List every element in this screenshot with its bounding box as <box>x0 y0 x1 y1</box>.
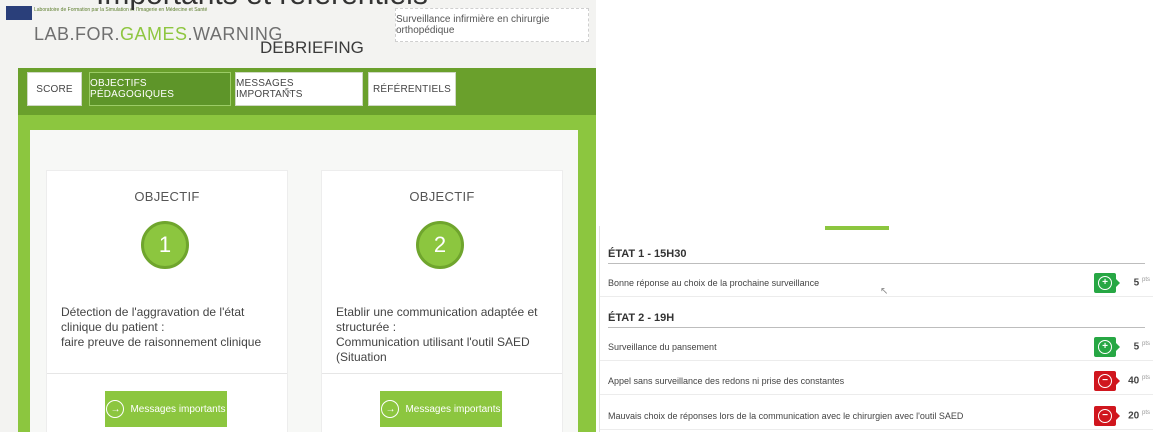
tab-score[interactable]: SCORE <box>27 72 82 106</box>
score-row: Surveillance du pansement + 5 pts <box>600 335 1153 361</box>
objective-heading: OBJECTIF <box>134 189 200 204</box>
state-title: ÉTAT 1 - 15H30 <box>608 248 687 260</box>
tab-objectifs-pedagogiques[interactable]: OBJECTIFS PÉDAGOGIQUES <box>89 72 231 106</box>
divider <box>322 373 562 374</box>
state-divider <box>608 263 1145 264</box>
scenario-title: Surveillance infirmière en chirurgie ort… <box>395 8 589 42</box>
arrow-right-icon: → <box>106 400 125 418</box>
minus-badge-icon: − <box>1094 406 1120 426</box>
page-title: DEBRIEFING <box>260 38 364 57</box>
score-row-label: Surveillance du pansement <box>608 342 717 352</box>
plus-icon: + <box>1098 276 1112 290</box>
arrow-right-icon: → <box>381 400 400 418</box>
score-row: Mauvais choix de réponses lors de la com… <box>600 404 1153 430</box>
video-caption: Importants et référentiels <box>96 0 428 12</box>
state-title: ÉTAT 2 - 19H <box>608 312 675 324</box>
minus-icon: − <box>1098 374 1112 388</box>
plus-badge-icon: + <box>1094 273 1120 293</box>
score-row-label: Bonne réponse au choix de la prochaine s… <box>608 278 820 288</box>
brand-part1: LAB.FOR. <box>34 24 121 44</box>
objective-number: 1 <box>141 221 189 269</box>
tab-messages-importants[interactable]: MESSAGES IMPORTANTS <box>235 72 363 106</box>
objective-text: Détection de l'aggravation de l'état cli… <box>61 305 262 349</box>
score-points: 20 pts <box>1128 410 1150 422</box>
score-row-label: Appel sans surveillance des redons ni pr… <box>608 376 845 386</box>
objective-card-1: OBJECTIF 1 Détection de l'aggravation de… <box>46 170 288 432</box>
button-label: Messages importants <box>405 403 501 415</box>
debriefing-screen: Laboratoire de Formation par la Simulati… <box>0 0 596 432</box>
plus-badge-icon: + <box>1094 337 1120 357</box>
score-points: 5 pts <box>1133 341 1150 353</box>
score-row-label: Mauvais choix de réponses lors de la com… <box>608 411 964 421</box>
objective-text: Etablir une communication adaptée et str… <box>336 305 538 364</box>
minus-icon: − <box>1098 409 1112 423</box>
score-row: Bonne réponse au choix de la prochaine s… <box>600 271 1153 297</box>
plus-icon: + <box>1098 340 1112 354</box>
score-points: 5 pts <box>1133 277 1150 289</box>
objective-heading: OBJECTIF <box>409 189 475 204</box>
messages-importants-button[interactable]: → Messages importants <box>380 391 502 427</box>
minus-badge-icon: − <box>1094 371 1120 391</box>
objective-card-2: OBJECTIF 2 Etablir une communication ada… <box>321 170 563 432</box>
brand-logo: LAB.FOR.GAMES.WARNING <box>34 24 283 45</box>
divider <box>47 373 287 374</box>
tab-referentiels[interactable]: RÉFÉRENTIELS <box>368 72 456 106</box>
objective-number: 2 <box>416 221 464 269</box>
score-row: Appel sans surveillance des redons ni pr… <box>600 369 1153 395</box>
state-divider <box>608 327 1145 328</box>
brand-part2: GAMES <box>120 24 188 44</box>
score-detail-panel: ÉTAT 1 - 15H30 Bonne réponse au choix de… <box>599 226 1153 432</box>
mouse-cursor-icon: ↖ <box>284 86 293 97</box>
university-logo <box>6 6 32 20</box>
active-indicator <box>825 226 889 230</box>
score-points: 40 pts <box>1128 375 1150 387</box>
button-label: Messages importants <box>130 403 226 415</box>
mouse-cursor-icon: ↖ <box>880 286 889 297</box>
messages-importants-button[interactable]: → Messages importants <box>105 391 227 427</box>
